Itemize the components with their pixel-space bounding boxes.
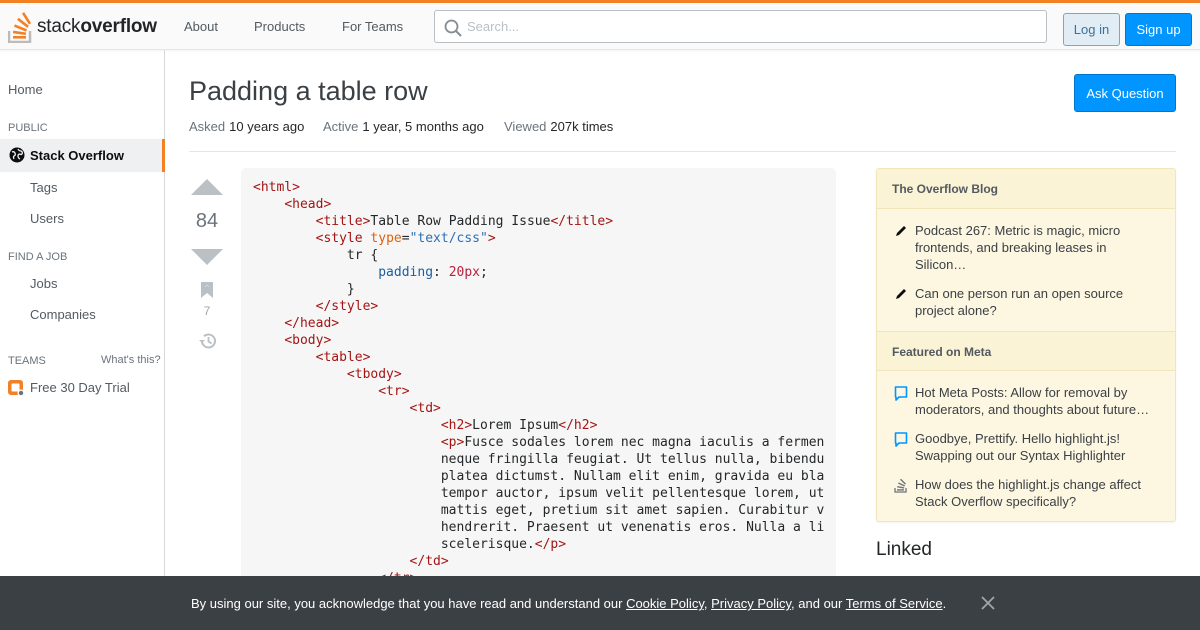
code-line: <html> [253,180,300,195]
code-line: <h2>Lorem Ipsum</h2> [440,418,598,433]
privacy-policy-link[interactable]: Privacy Policy [711,596,791,611]
nav-about[interactable]: About [184,3,218,50]
downvote-arrow-icon[interactable] [191,248,223,266]
code-content: <html> <head> <title>Table Row Padding I… [253,179,824,587]
header-divider [189,151,1176,152]
meta-viewed-value: 207k times [550,119,614,134]
meta-asked-value: 10 years ago [229,119,305,134]
meta-item-link[interactable]: Goodbye, Prettify. Hello highlight.js! S… [915,430,1160,464]
meta-viewed-label: Viewed [504,119,547,134]
meta-active: Active 1 year, 5 months ago [323,119,484,134]
sidebar-item-companies[interactable]: Companies [30,307,96,322]
cookie-banner: By using our site, you acknowledge that … [0,576,1200,630]
code-line: </style> [315,299,379,314]
search-input[interactable] [467,11,1037,42]
globe-icon [9,147,25,163]
cookie-policy-link[interactable]: Cookie Policy [626,596,704,611]
top-bar: stackoverflow About Products For Teams L… [0,0,1200,50]
code-line: mattis eget, pretium sit amet sapien. Cu… [253,503,825,518]
code-line: <tr> [378,384,410,399]
cookie-text-part: By using our site, you acknowledge that … [191,596,627,611]
cookie-text-part: . [942,596,947,611]
meta-active-label: Active [323,119,359,134]
sidebar-widget: The Overflow Blog Podcast 267: Metric is… [876,168,1176,522]
meta-asked: Asked 10 years ago [189,119,304,134]
meta-item-link[interactable]: How does the highlight.js change affect … [915,476,1160,510]
code-line: <table> [315,350,371,365]
sidebar-heading-teams: TEAMS [8,355,46,367]
sidebar-heading-find-a-job: FIND A JOB [8,251,68,263]
meta-item-link[interactable]: Hot Meta Posts: Allow for removal by mod… [915,384,1160,418]
pencil-icon [896,289,906,299]
chat-bubble-icon [894,386,908,401]
search-icon [444,19,462,37]
question-title[interactable]: Padding a table row [189,76,428,107]
nav-for-teams[interactable]: For Teams [342,3,403,50]
code-line: } [253,282,355,297]
linked-heading: Linked [876,539,932,560]
cookie-text-part: , and our [791,596,846,611]
nav-products[interactable]: Products [254,3,305,50]
code-block[interactable]: <html> <head> <title>Table Row Padding I… [241,168,836,588]
code-line: <tbody> [346,367,402,382]
chat-bubble-icon [894,432,908,447]
sidebar-item-tags[interactable]: Tags [30,180,57,195]
ask-question-button[interactable]: Ask Question [1074,74,1176,112]
stack-overflow-logo-icon [8,12,32,43]
cookie-text-part: , [703,596,712,611]
meta-viewed: Viewed 207k times [504,119,613,134]
signup-button[interactable]: Sign up [1125,13,1192,46]
blog-item-link[interactable]: Can one person run an open source projec… [915,285,1160,319]
code-line: <p>Fusce sodales lorem nec magna iaculis… [440,435,825,450]
sidebar-item-free-trial[interactable]: Free 30 Day Trial [30,380,130,395]
meta-asked-label: Asked [189,119,226,134]
search-box[interactable] [434,10,1047,43]
stack-overflow-logo[interactable]: stackoverflow [8,10,157,44]
sidebar-heading-public: PUBLIC [8,122,48,134]
code-line: <head> [284,197,332,212]
logo-text: stackoverflow [37,16,157,38]
bookmark-count: 7 [203,304,211,318]
blog-item-link[interactable]: Podcast 267: Metric is magic, micro fron… [915,222,1160,273]
code-line: </head> [284,316,340,331]
featured-on-meta-heading: Featured on Meta [877,331,1175,371]
stack-exchange-icon [894,478,907,493]
code-line: tempor auctor, ipsum velit pellentesque … [253,486,825,501]
code-line: </td> [409,554,449,569]
code-line: tr { [253,248,379,263]
pencil-icon [896,226,906,236]
bookmark-icon[interactable] [201,282,213,298]
code-line: neque fringilla feugiat. Ut tellus nulla… [253,452,825,467]
sidebar-item-stack-overflow-label: Stack Overflow [30,148,124,163]
vote-count: 84 [195,210,219,232]
sidebar-item-home[interactable]: Home [8,82,43,97]
history-icon[interactable] [198,332,218,350]
sidebar-item-jobs[interactable]: Jobs [30,276,57,291]
code-line: <body> [284,333,332,348]
code-line: <style type="text/css"> [315,231,496,246]
whats-this-link[interactable]: What's this? [101,354,161,366]
logo-text-stack: stack [37,16,81,37]
left-sidebar: Home PUBLIC Stack Overflow Tags Users FI… [0,50,165,630]
sidebar-item-stack-overflow[interactable]: Stack Overflow [0,139,165,172]
sidebar-item-users[interactable]: Users [30,211,64,226]
code-line: <td> [409,401,441,416]
meta-active-value[interactable]: 1 year, 5 months ago [362,119,483,134]
code-line: padding: 20px; [378,265,488,280]
close-icon[interactable] [981,596,995,610]
overflow-blog-heading: The Overflow Blog [877,169,1175,209]
login-button[interactable]: Log in [1063,13,1120,46]
teams-briefcase-icon [8,380,25,397]
logo-text-overflow: overflow [80,16,157,37]
code-line: <title>Table Row Padding Issue</title> [315,214,614,229]
code-line: scelerisque.</p> [253,537,567,552]
terms-of-service-link[interactable]: Terms of Service [846,596,943,611]
code-line: platea dictumst. Nullam elit enim, gravi… [253,469,825,484]
upvote-arrow-icon[interactable] [191,178,223,196]
code-line: hendrerit. Praesent ut venenatis eros. N… [253,520,825,535]
cookie-notice-text: By using our site, you acknowledge that … [191,596,946,611]
